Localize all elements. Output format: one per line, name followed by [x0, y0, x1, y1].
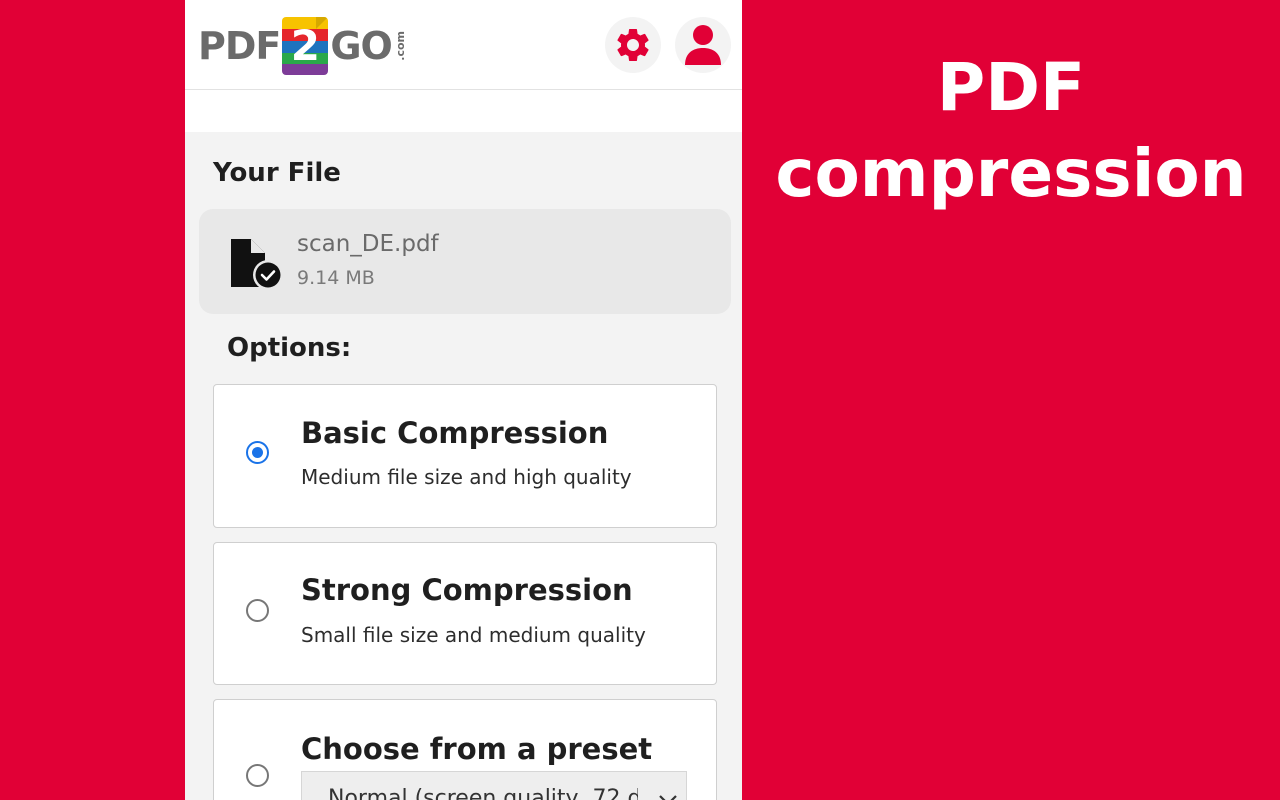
logo-badge: 2	[282, 17, 329, 75]
user-icon	[685, 25, 721, 65]
basic-compression-radio[interactable]	[246, 441, 269, 464]
file-name: scan_DE.pdf	[297, 231, 439, 257]
option-title: Choose from a preset	[301, 732, 653, 766]
header-subbar	[185, 90, 742, 132]
strong-compression-radio[interactable]	[246, 599, 269, 622]
option-strong-compression[interactable]: Strong Compression Small file size and m…	[213, 542, 717, 685]
app-header: PDF 2 GO .com	[185, 0, 742, 90]
option-description: Small file size and medium quality	[301, 623, 646, 647]
promo-line-2: compression	[775, 135, 1247, 212]
logo-digit: 2	[290, 21, 320, 70]
promo-headline: PDF compression	[742, 45, 1280, 217]
account-button[interactable]	[675, 17, 731, 73]
option-basic-compression[interactable]: Basic Compression Medium file size and h…	[213, 384, 717, 528]
pdf2go-logo[interactable]: PDF 2 GO .com	[198, 16, 407, 76]
option-title: Strong Compression	[301, 573, 633, 607]
your-file-heading: Your File	[213, 158, 341, 188]
chevron-down-icon	[659, 795, 677, 800]
option-description: Medium file size and high quality	[301, 465, 632, 489]
settings-button[interactable]	[605, 17, 661, 73]
file-card[interactable]: scan_DE.pdf 9.14 MB	[199, 209, 731, 314]
options-heading: Options:	[227, 333, 352, 363]
preset-selected-value: Normal (screen quality, 72 dpi)	[328, 786, 638, 800]
logo-text-right: GO	[330, 24, 392, 68]
logo-suffix: .com	[393, 31, 407, 61]
file-check-icon	[231, 239, 283, 290]
gear-icon	[617, 28, 649, 61]
preset-select[interactable]: Normal (screen quality, 72 dpi)	[301, 771, 687, 800]
app-panel: PDF 2 GO .com Your File scan_DE.pdf 9.14…	[185, 0, 742, 800]
preset-radio[interactable]	[246, 764, 269, 787]
option-title: Basic Compression	[301, 416, 609, 450]
promo-line-1: PDF	[936, 49, 1086, 126]
logo-text-left: PDF	[198, 24, 281, 68]
option-preset[interactable]: Choose from a preset Normal (screen qual…	[213, 699, 717, 800]
file-size: 9.14 MB	[297, 267, 375, 289]
